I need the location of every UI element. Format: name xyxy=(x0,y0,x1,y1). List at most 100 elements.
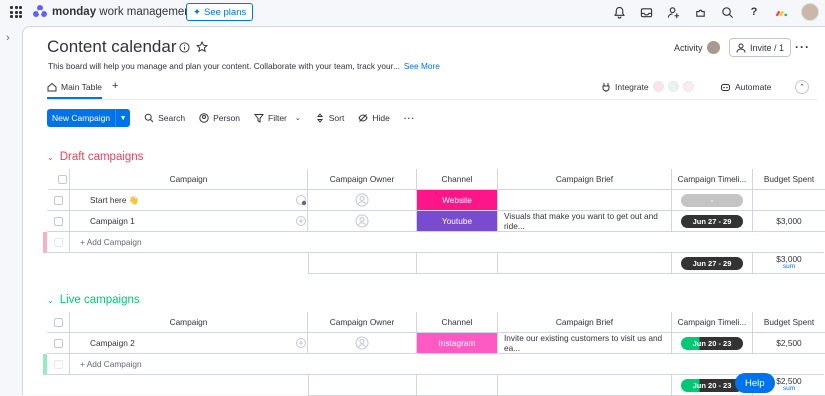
column-header-owner[interactable]: Campaign Owner xyxy=(308,312,417,333)
budget-cell[interactable]: $3,000 xyxy=(753,211,825,232)
add-item-row[interactable]: + Add Campaign xyxy=(43,354,824,375)
more-options-icon[interactable]: ··· xyxy=(795,40,810,54)
monday-logo xyxy=(33,5,47,17)
summary-cell xyxy=(417,253,498,274)
timeline-pill: Jun 27 - 29 xyxy=(681,256,743,270)
help-icon[interactable]: ? xyxy=(747,5,761,19)
search-button[interactable]: Search xyxy=(144,113,185,123)
channel-cell[interactable]: Website xyxy=(417,190,498,211)
channel-label: Instagram xyxy=(417,333,497,353)
select-all-checkbox[interactable] xyxy=(47,312,70,333)
tab-main-table[interactable]: Main Table xyxy=(47,77,102,99)
search-icon[interactable] xyxy=(720,5,734,19)
column-header-budget[interactable]: Budget Spent xyxy=(753,169,825,190)
column-header-campaign[interactable]: Campaign xyxy=(70,169,308,190)
brand-name[interactable]: monday work management xyxy=(52,6,194,18)
new-campaign-button[interactable]: New Campaign ▼ xyxy=(47,109,131,127)
app-grid-icon[interactable] xyxy=(10,6,22,18)
budget-cell[interactable] xyxy=(753,190,825,211)
column-header-brief[interactable]: Campaign Brief xyxy=(498,169,672,190)
brief-cell[interactable]: Invite our existing customers to visit u… xyxy=(498,333,672,354)
inbox-icon[interactable] xyxy=(639,5,653,19)
star-icon[interactable] xyxy=(196,41,208,53)
see-plans-button[interactable]: ✦ See plans xyxy=(186,3,254,21)
chevron-down-icon[interactable]: ⌄ xyxy=(47,153,54,162)
person-filter-button[interactable]: Person xyxy=(199,113,240,123)
summary-cell xyxy=(308,253,417,274)
person-icon xyxy=(199,113,209,123)
row-checkbox xyxy=(43,232,70,253)
page-title[interactable]: Content calendar xyxy=(47,37,176,57)
summary-cell xyxy=(417,375,498,396)
add-campaign-link[interactable]: + Add Campaign xyxy=(70,232,824,253)
invite-button[interactable]: Invite / 1 xyxy=(729,38,792,57)
activity-button[interactable]: Activity xyxy=(674,41,720,54)
add-update-icon[interactable] xyxy=(294,333,308,354)
sort-button[interactable]: Sort xyxy=(315,113,344,123)
see-more-link[interactable]: See More xyxy=(404,61,440,71)
apps-icon[interactable] xyxy=(693,5,707,19)
avatar[interactable] xyxy=(801,3,819,21)
select-all-checkbox[interactable] xyxy=(47,169,70,190)
channel-cell[interactable]: Youtube xyxy=(417,211,498,232)
owner-cell[interactable] xyxy=(308,190,417,211)
filter-button[interactable]: Filter ⌄ xyxy=(254,113,301,123)
add-campaign-link[interactable]: + Add Campaign xyxy=(70,354,824,375)
owner-cell[interactable] xyxy=(308,211,417,232)
summary-row: Jun 27 - 29 $3,000 sum xyxy=(308,253,825,274)
hide-button[interactable]: Hide xyxy=(358,113,390,123)
column-header-brief[interactable]: Campaign Brief xyxy=(498,312,672,333)
integrate-button[interactable]: Integrate xyxy=(601,81,694,92)
table-row[interactable]: Campaign 2 Instagram Invite our existing… xyxy=(47,333,825,354)
bell-icon[interactable] xyxy=(612,5,626,19)
help-button[interactable]: Help xyxy=(735,373,775,393)
timeline-cell[interactable]: - xyxy=(672,190,753,211)
integrate-icon xyxy=(602,82,610,92)
row-checkbox[interactable] xyxy=(47,190,70,211)
timeline-cell[interactable]: Jun 27 - 29 xyxy=(672,211,753,232)
table-header-row: Campaign Campaign Owner Channel Campaign… xyxy=(47,312,825,333)
item-name[interactable]: Campaign 1 xyxy=(70,211,294,232)
person-icon xyxy=(736,43,746,53)
column-header-owner[interactable]: Campaign Owner xyxy=(308,169,417,190)
column-header-campaign[interactable]: Campaign xyxy=(70,312,308,333)
channel-cell[interactable]: Instagram xyxy=(417,333,498,354)
monday-apps-icon[interactable] xyxy=(774,5,788,19)
invite-members-icon[interactable] xyxy=(666,5,680,19)
column-header-channel[interactable]: Channel xyxy=(417,169,498,190)
add-view-button[interactable]: + xyxy=(112,80,118,96)
group-title-draft[interactable]: ⌄ Draft campaigns xyxy=(47,151,143,163)
left-rail: › xyxy=(0,26,22,395)
budget-cell[interactable]: $2,500 xyxy=(753,333,825,354)
timeline-pill: - xyxy=(681,193,743,207)
column-header-channel[interactable]: Channel xyxy=(417,312,498,333)
table-row[interactable]: Campaign 1 Youtube Visuals that make you… xyxy=(47,211,825,232)
chevron-right-icon[interactable]: › xyxy=(6,32,10,44)
person-placeholder-icon xyxy=(355,214,369,228)
more-options-icon[interactable]: ··· xyxy=(404,113,416,123)
item-name[interactable]: Start here 👋 xyxy=(70,190,294,211)
item-name[interactable]: Campaign 2 xyxy=(70,333,294,354)
brief-cell[interactable]: Visuals that make you want to get out an… xyxy=(498,211,672,232)
chevron-down-icon[interactable]: ▼ xyxy=(116,115,130,122)
updates-icon[interactable] xyxy=(294,190,308,211)
brief-cell[interactable] xyxy=(498,190,672,211)
summary-budget: $3,000 sum xyxy=(753,253,825,274)
add-update-icon[interactable] xyxy=(294,211,308,232)
timeline-cell[interactable]: Jun 20 - 23 xyxy=(672,333,753,354)
add-item-row[interactable]: + Add Campaign xyxy=(43,232,824,253)
table-row[interactable]: Start here 👋 Website - xyxy=(47,190,825,211)
group-title-live[interactable]: ⌄ Live campaigns xyxy=(47,294,140,306)
column-header-budget[interactable]: Budget Spent xyxy=(753,312,825,333)
info-icon[interactable] xyxy=(179,42,190,53)
row-checkbox[interactable] xyxy=(47,211,70,232)
chevron-down-icon[interactable]: ⌄ xyxy=(295,114,301,122)
collapse-header-button[interactable]: ⌃ xyxy=(795,80,809,94)
automate-button[interactable]: Automate xyxy=(720,82,771,92)
column-header-timeline[interactable]: Campaign Timeli... xyxy=(672,169,753,190)
chevron-down-icon[interactable]: ⌄ xyxy=(47,296,54,305)
column-header-timeline[interactable]: Campaign Timeli... xyxy=(672,312,753,333)
summary-cell xyxy=(498,253,672,274)
owner-cell[interactable] xyxy=(308,333,417,354)
row-checkbox[interactable] xyxy=(47,333,70,354)
